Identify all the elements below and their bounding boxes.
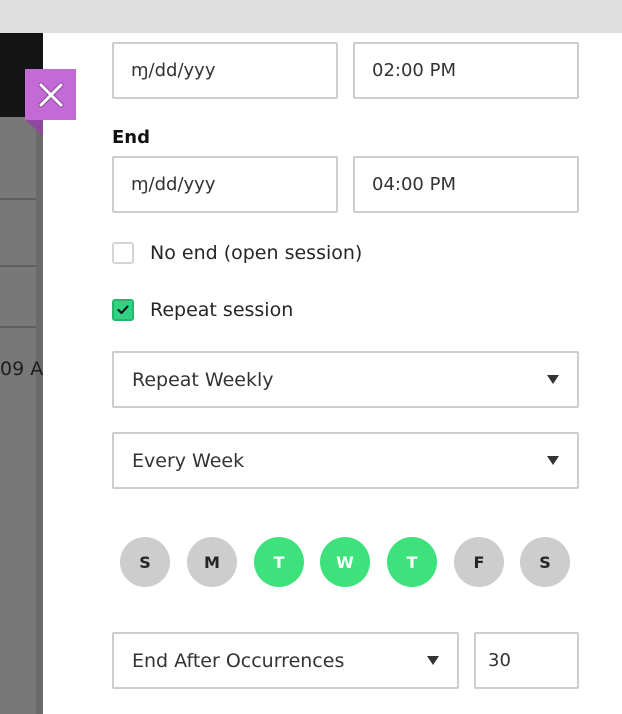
background-divider — [0, 265, 36, 267]
repeat-frequency-value: Repeat Weekly — [132, 368, 274, 391]
end-condition-value: End After Occurrences — [132, 649, 345, 672]
repeat-session-checkbox[interactable] — [112, 299, 134, 321]
close-button-fold — [25, 120, 43, 136]
end-date-input[interactable]: ɱ/dd/yyy — [112, 156, 338, 213]
day-wednesday[interactable]: W — [320, 537, 370, 587]
day-label: F — [473, 552, 485, 572]
repeat-session-label: Repeat session — [150, 299, 294, 321]
start-date-value: ɱ/dd/yyy — [131, 60, 216, 81]
day-label: T — [406, 552, 418, 572]
day-label: T — [273, 552, 285, 572]
end-date-value: ɱ/dd/yyy — [131, 174, 216, 195]
day-sunday[interactable]: S — [120, 537, 170, 587]
day-tuesday[interactable]: T — [254, 537, 304, 587]
end-label: End — [112, 127, 150, 148]
start-date-input[interactable]: ɱ/dd/yyy — [112, 42, 338, 99]
chevron-down-icon — [547, 456, 559, 465]
end-condition-select[interactable]: End After Occurrences — [112, 632, 459, 689]
background-divider — [0, 326, 36, 328]
background-time-label: 09 AM — [0, 358, 43, 380]
day-label: W — [336, 552, 354, 572]
day-friday[interactable]: F — [454, 537, 504, 587]
repeat-frequency-select[interactable]: Repeat Weekly — [112, 351, 579, 408]
close-button[interactable] — [25, 69, 76, 120]
repeat-session-option[interactable]: Repeat session — [112, 299, 293, 321]
start-time-input[interactable]: 02:00 PM — [353, 42, 579, 99]
top-bar — [0, 0, 622, 33]
repeat-interval-select[interactable]: Every Week — [112, 432, 579, 489]
day-monday[interactable]: M — [187, 537, 237, 587]
chevron-down-icon — [427, 656, 439, 665]
repeat-interval-value: Every Week — [132, 449, 245, 472]
day-saturday[interactable]: S — [520, 537, 570, 587]
end-time-input[interactable]: 04:00 PM — [353, 156, 579, 213]
end-time-value: 04:00 PM — [372, 174, 456, 195]
occurrences-value: 30 — [488, 650, 511, 671]
no-end-option[interactable]: No end (open session) — [112, 242, 362, 264]
occurrences-input[interactable]: 30 — [474, 632, 579, 689]
day-thursday[interactable]: T — [387, 537, 437, 587]
no-end-checkbox[interactable] — [112, 242, 134, 264]
panel-shadow — [36, 117, 43, 714]
background-time-text: 09 AM — [0, 358, 43, 380]
background-divider — [0, 198, 36, 200]
checkmark-icon — [117, 305, 129, 315]
start-time-value: 02:00 PM — [372, 60, 456, 81]
no-end-label: No end (open session) — [150, 242, 363, 264]
day-label: S — [139, 552, 151, 572]
chevron-down-icon — [547, 375, 559, 384]
day-label: M — [204, 552, 220, 572]
day-label: S — [539, 552, 551, 572]
close-icon — [38, 82, 63, 107]
